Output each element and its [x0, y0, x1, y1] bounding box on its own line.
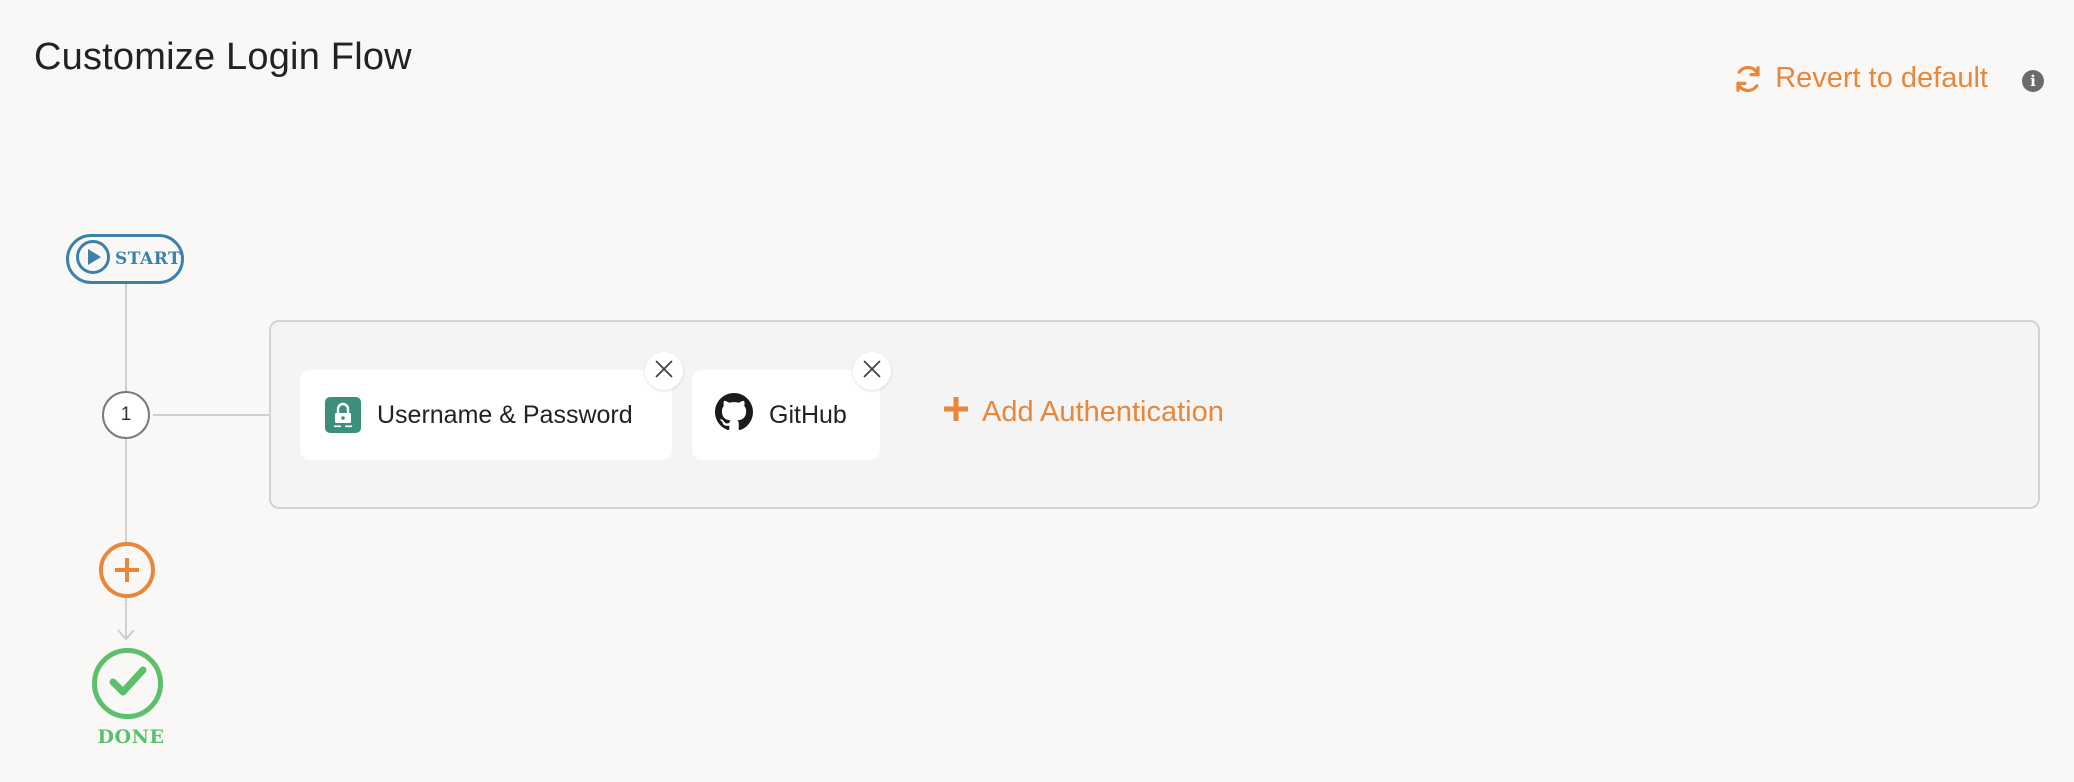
chevron-down-icon — [117, 628, 135, 646]
refresh-icon — [1733, 64, 1763, 94]
step-connector — [153, 414, 270, 416]
auth-method-label: Username & Password — [377, 400, 633, 429]
revert-to-default-button[interactable]: Revert to default — [1733, 62, 1988, 95]
start-label: START — [115, 249, 182, 269]
play-icon — [75, 239, 111, 280]
close-icon — [654, 359, 674, 384]
add-step-button[interactable] — [99, 542, 155, 598]
close-icon — [862, 359, 882, 384]
page-title: Customize Login Flow — [34, 36, 412, 78]
remove-github-button[interactable] — [853, 352, 891, 390]
revert-label: Revert to default — [1775, 62, 1988, 94]
github-icon — [715, 392, 753, 438]
auth-method-github[interactable]: GitHub — [692, 370, 880, 460]
checkmark-icon — [109, 665, 147, 702]
add-authentication-label: Add Authentication — [982, 396, 1224, 428]
flow-connector — [125, 284, 127, 392]
page: Customize Login Flow Revert to default i… — [0, 0, 2074, 782]
remove-username-password-button[interactable] — [645, 352, 683, 390]
plus-icon — [944, 396, 968, 429]
done-node — [92, 648, 163, 719]
start-node: START — [66, 234, 184, 284]
step-number: 1 — [102, 391, 150, 439]
add-authentication-button[interactable]: Add Authentication — [944, 396, 1224, 429]
flow-connector — [125, 439, 127, 543]
auth-method-username-password[interactable]: Username & Password — [300, 370, 672, 460]
done-label: DONE — [97, 726, 165, 748]
auth-method-label: GitHub — [769, 400, 847, 429]
lock-icon — [325, 397, 361, 433]
info-icon[interactable]: i — [2022, 70, 2044, 92]
